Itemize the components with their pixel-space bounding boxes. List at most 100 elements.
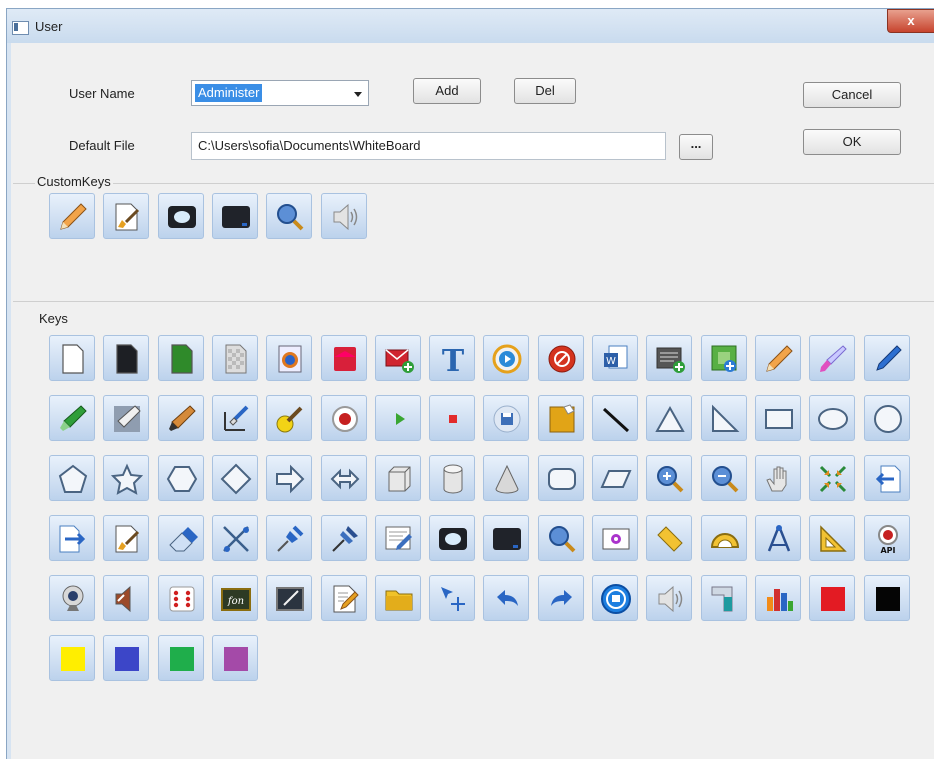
record-api-icon[interactable]: API — [863, 515, 910, 561]
hexagon-icon[interactable] — [157, 455, 204, 501]
purple-color-icon[interactable] — [211, 635, 258, 681]
diamond-icon[interactable] — [211, 455, 258, 501]
camera-icon[interactable] — [592, 515, 638, 561]
paint-brush-icon[interactable] — [266, 395, 313, 441]
scissors-icon[interactable] — [211, 515, 258, 561]
red-page-icon[interactable] — [320, 335, 367, 381]
page-brush-icon[interactable] — [103, 515, 150, 561]
screen-capture-icon[interactable] — [157, 193, 204, 239]
black-screen-icon[interactable] — [211, 193, 258, 239]
magnifier-icon[interactable] — [266, 193, 313, 239]
board-icon[interactable] — [266, 575, 313, 621]
shrink-icon[interactable] — [809, 455, 856, 501]
formula-icon[interactable]: fon — [211, 575, 258, 621]
dice-icon[interactable] — [157, 575, 204, 621]
blue-pen-icon[interactable] — [863, 335, 910, 381]
black-screen-icon[interactable] — [483, 515, 530, 561]
volume-glyph — [111, 583, 143, 615]
default-file-field[interactable]: C:\Users\sofia\Documents\WhiteBoard — [191, 132, 666, 160]
webcam-icon[interactable] — [49, 575, 95, 621]
import-icon[interactable] — [863, 455, 910, 501]
mail-add-icon[interactable] — [374, 335, 421, 381]
new-page-icon[interactable] — [49, 335, 95, 381]
pencil-icon[interactable] — [754, 335, 801, 381]
push-pin-icon[interactable] — [320, 515, 367, 561]
circle-icon[interactable] — [863, 395, 910, 441]
ruler-icon[interactable] — [646, 515, 693, 561]
zoom-out-icon[interactable] — [700, 455, 747, 501]
speaker-icon[interactable] — [320, 193, 367, 239]
star-icon[interactable] — [103, 455, 150, 501]
browse-button[interactable]: ... — [679, 134, 713, 160]
green-add-icon[interactable] — [700, 335, 747, 381]
zoom-in-icon[interactable] — [646, 455, 693, 501]
yellow-color-icon[interactable] — [49, 635, 95, 681]
word-document-icon[interactable]: W — [592, 335, 638, 381]
document-edit-icon[interactable] — [320, 575, 367, 621]
laser-pen-icon[interactable] — [211, 395, 258, 441]
pattern-pen-icon[interactable] — [103, 395, 150, 441]
pentagon-icon[interactable] — [49, 455, 95, 501]
marker-icon[interactable] — [157, 395, 204, 441]
browser-page-icon[interactable] — [266, 335, 313, 381]
rectangle-icon[interactable] — [754, 395, 801, 441]
line-icon[interactable] — [592, 395, 638, 441]
close-button[interactable]: x — [887, 9, 934, 33]
record-icon[interactable] — [320, 395, 367, 441]
blue-color-icon[interactable] — [103, 635, 150, 681]
speaker-icon[interactable] — [646, 575, 693, 621]
edit-image-icon[interactable] — [374, 515, 421, 561]
user-name-combo[interactable]: Administer — [191, 80, 369, 106]
set-square-icon[interactable] — [809, 515, 856, 561]
ok-button[interactable]: OK — [803, 129, 901, 155]
right-triangle-icon[interactable] — [700, 395, 747, 441]
rounded-rectangle-icon[interactable] — [537, 455, 584, 501]
text-icon[interactable]: T — [429, 335, 476, 381]
export-icon[interactable] — [49, 515, 95, 561]
cone-icon[interactable] — [483, 455, 530, 501]
compass-icon[interactable] — [754, 515, 801, 561]
hand-icon[interactable] — [754, 455, 801, 501]
arrow-right-icon[interactable] — [266, 455, 313, 501]
del-button[interactable]: Del — [514, 78, 576, 104]
no-entry-icon[interactable] — [537, 335, 584, 381]
pipe-icon[interactable] — [700, 575, 747, 621]
select-move-icon[interactable] — [429, 575, 476, 621]
brush-pen-icon[interactable] — [809, 335, 856, 381]
pin-icon[interactable] — [266, 515, 313, 561]
play-icon[interactable] — [374, 395, 421, 441]
pencil-icon[interactable] — [49, 193, 95, 239]
green-page-icon[interactable] — [157, 335, 204, 381]
add-button[interactable]: Add — [413, 78, 481, 104]
folder-icon[interactable] — [374, 575, 421, 621]
cancel-button[interactable]: Cancel — [803, 82, 901, 108]
page-brush-icon[interactable] — [103, 193, 150, 239]
list-add-icon[interactable] — [646, 335, 693, 381]
black-color-icon[interactable] — [863, 575, 910, 621]
cylinder-icon[interactable] — [429, 455, 476, 501]
double-arrow-icon[interactable] — [320, 455, 367, 501]
save-icon[interactable] — [483, 395, 530, 441]
undo-icon[interactable] — [483, 575, 530, 621]
home-circle-icon[interactable] — [592, 575, 638, 621]
parallelogram-icon[interactable] — [592, 455, 638, 501]
play-circle-icon[interactable] — [483, 335, 530, 381]
triangle-icon[interactable] — [646, 395, 693, 441]
volume-icon[interactable] — [103, 575, 150, 621]
protractor-icon[interactable] — [700, 515, 747, 561]
black-page-icon[interactable] — [103, 335, 150, 381]
magnifier-icon[interactable] — [537, 515, 584, 561]
red-color-icon[interactable] — [809, 575, 856, 621]
transparent-page-icon[interactable] — [211, 335, 258, 381]
green-color-icon[interactable] — [157, 635, 204, 681]
redo-icon[interactable] — [537, 575, 584, 621]
ellipse-icon[interactable] — [809, 395, 856, 441]
screen-capture-icon[interactable] — [429, 515, 476, 561]
eraser-icon[interactable] — [157, 515, 204, 561]
highlighter-icon[interactable] — [49, 395, 95, 441]
cube-icon[interactable] — [374, 455, 421, 501]
stop-icon[interactable] — [429, 395, 476, 441]
bar-chart-icon[interactable] — [754, 575, 801, 621]
chevron-down-icon[interactable] — [354, 92, 362, 97]
notes-icon[interactable] — [537, 395, 584, 441]
